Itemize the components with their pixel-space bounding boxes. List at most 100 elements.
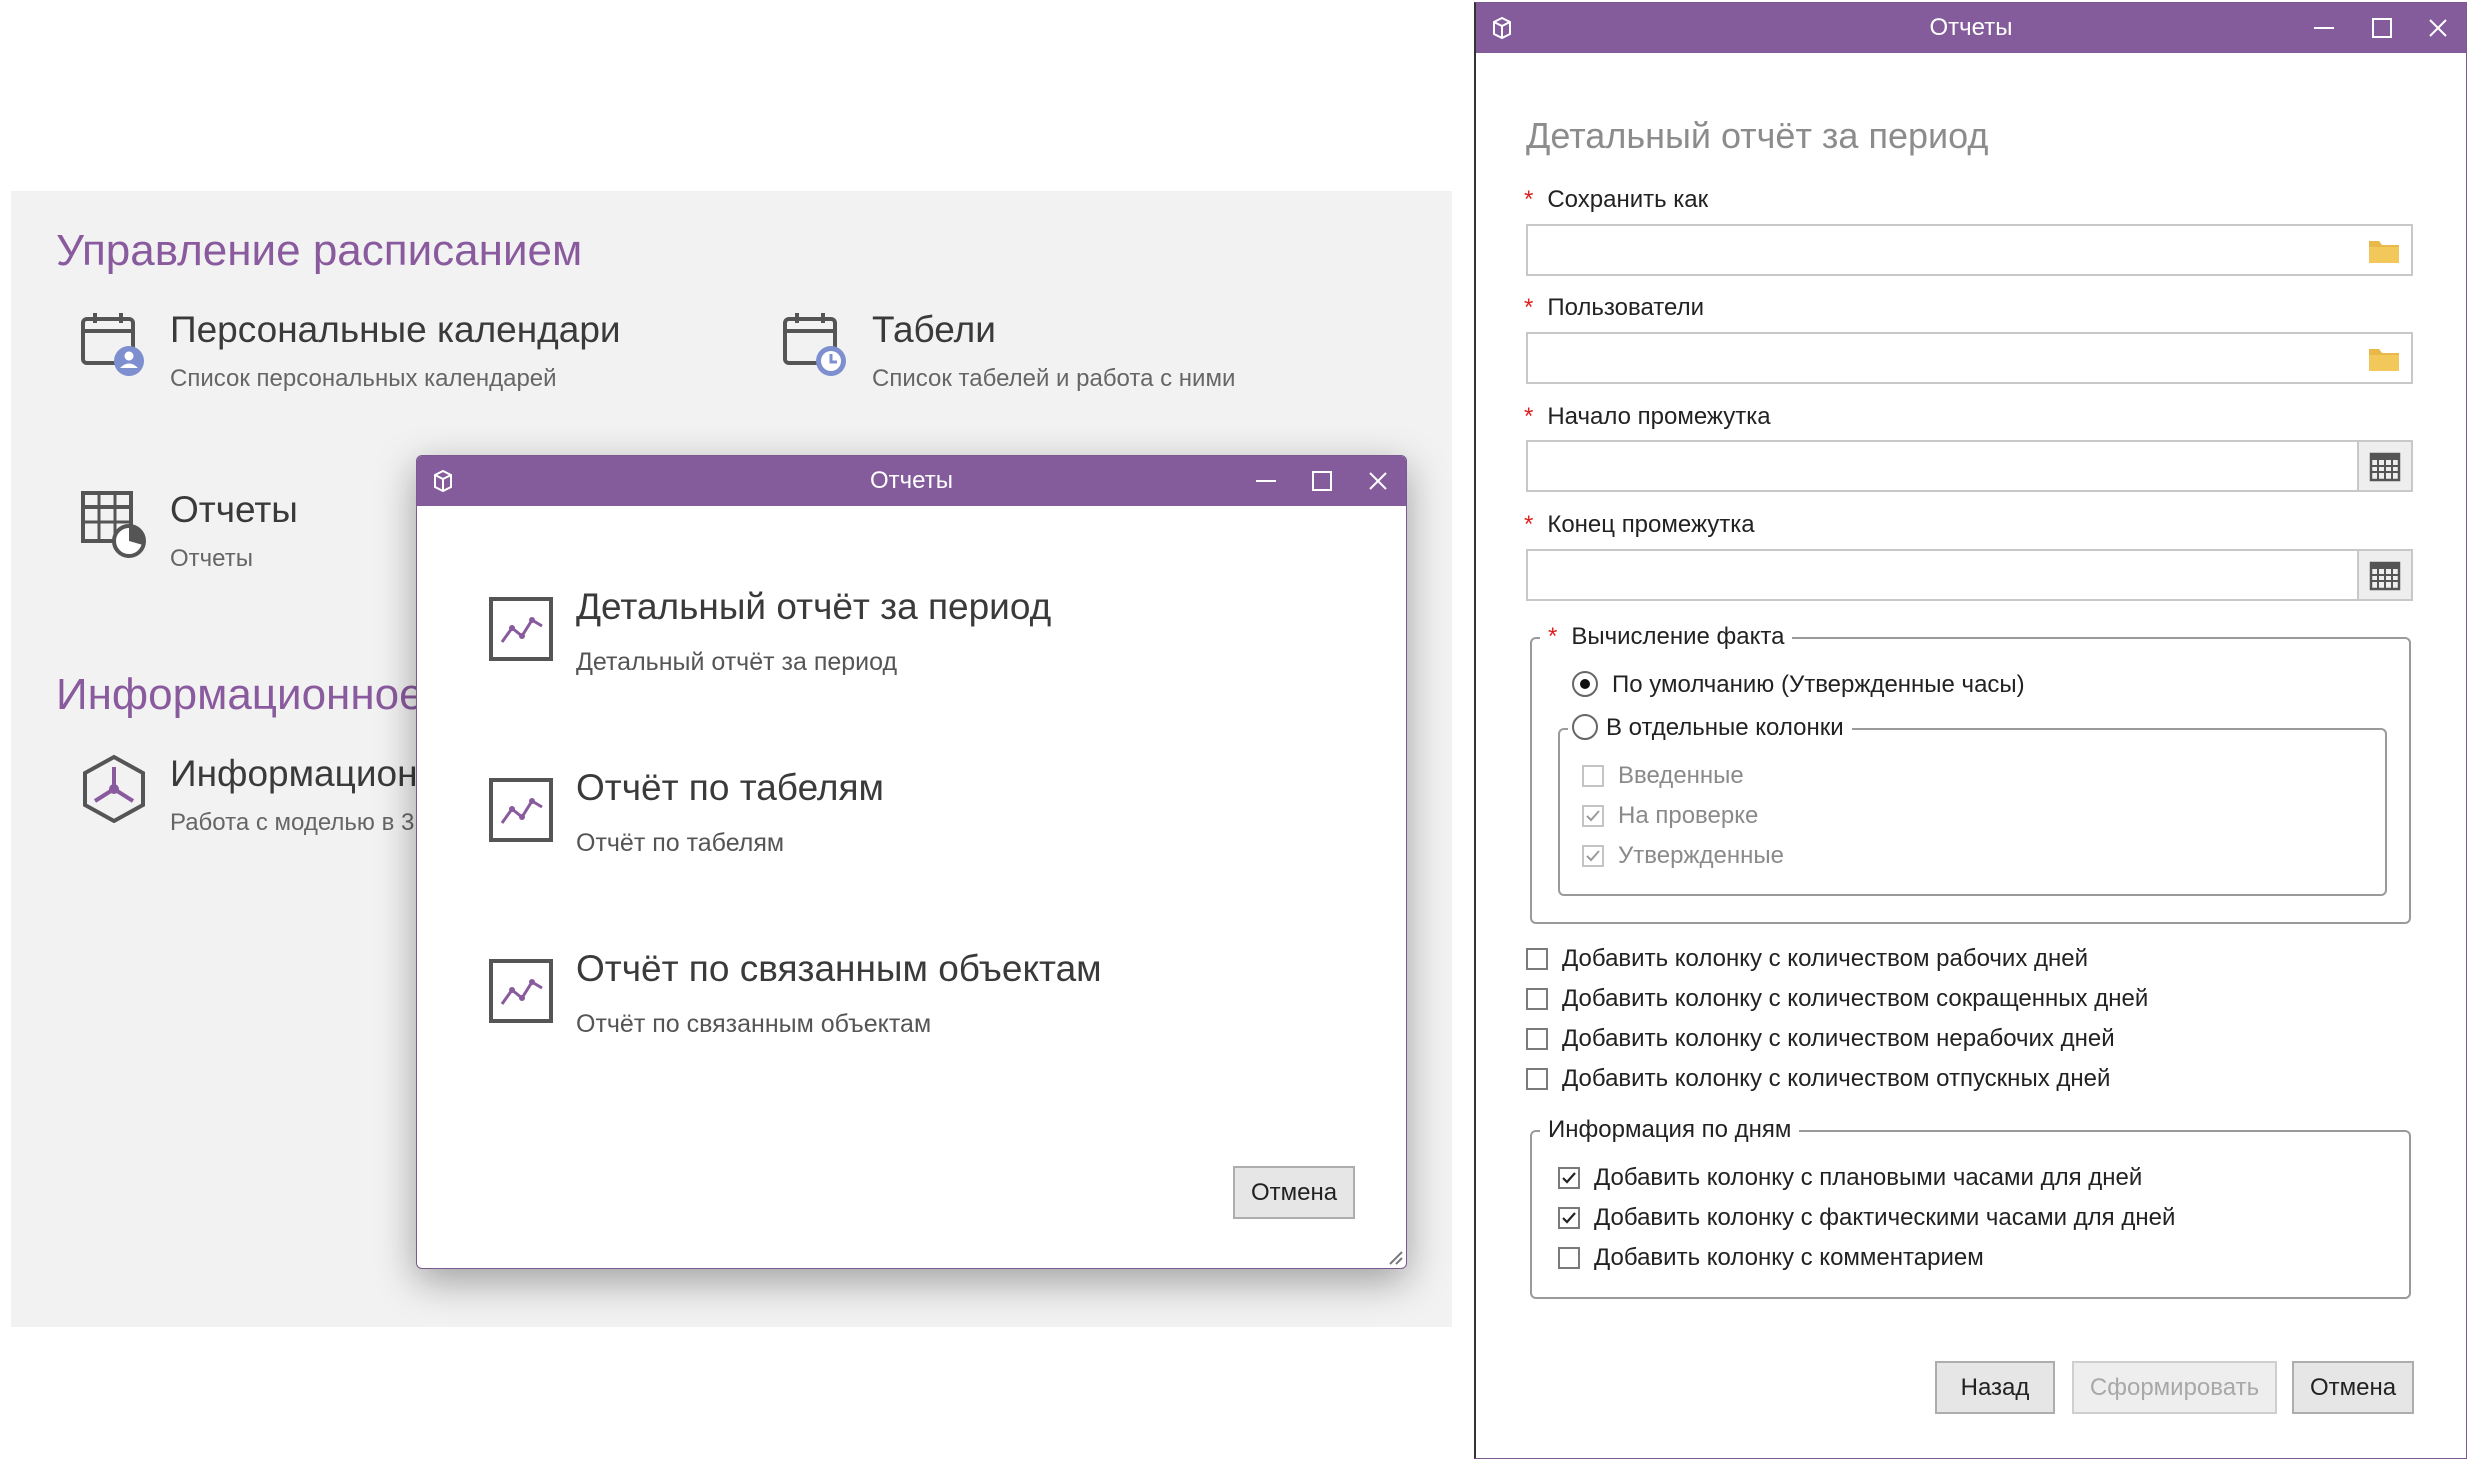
folder-icon[interactable] [2367,236,2401,266]
report-item-linked-objects[interactable]: Отчёт по связанным объектам Отчёт по свя… [488,948,1288,1058]
checkbox-box [1558,1207,1580,1229]
tile-title: Информационн [170,753,438,794]
fact-calc-legend: * Вычисление факта [1540,623,1793,651]
calendar-icon [2369,561,2401,591]
maximize-button[interactable] [1294,456,1350,506]
columns-subgroup-legend: В отдельные колонки [1568,714,1852,742]
checkbox-box [1526,1068,1548,1090]
checkbox-label: Добавить колонку с плановыми часами для … [1594,1164,2143,1191]
line-chart-icon [489,597,553,661]
close-icon [2429,19,2447,37]
minimize-icon [1256,480,1276,482]
end-date-field[interactable] [1526,549,2413,601]
minimize-button[interactable] [1238,456,1294,506]
line-chart-icon [489,778,553,842]
resize-grip-icon[interactable] [1386,1248,1404,1266]
checkbox-box [1582,765,1604,787]
checkbox-label: Введенные [1618,762,1744,789]
tile-title: Персональные календари [170,309,621,350]
reports-dialog: Отчеты Детальный отчёт за период Детальн… [416,455,1407,1269]
report-subtitle: Детальный отчёт за период [576,648,898,676]
report-title: Отчёт по связанным объектам [576,948,1102,989]
tile-subtitle: Список персональных календарей [170,365,557,392]
required-mark: * [1524,294,1534,321]
radio-columns-label: В отдельные колонки [1606,714,1844,741]
back-button[interactable]: Назад [1935,1361,2055,1414]
checkbox-label: На проверке [1618,802,1759,829]
report-grid-icon [81,491,146,558]
end-label: * Конец промежутка [1524,511,1755,539]
minimize-button[interactable] [2296,3,2352,53]
checkbox-box [1526,1028,1548,1050]
save-as-field[interactable] [1526,224,2413,276]
cancel-button[interactable]: Отмена [1233,1166,1355,1219]
generate-button[interactable]: Сформировать [2072,1361,2277,1414]
tile-timesheets[interactable]: Табели Список табелей и работа с ними [781,309,1401,399]
days-info-legend: Информация по дням [1540,1116,1800,1144]
report-item-detailed[interactable]: Детальный отчёт за период Детальный отчё… [488,586,1288,696]
start-label-text: Начало промежутка [1547,403,1771,430]
line-chart-icon [489,959,553,1023]
report-form-window: Отчеты Детальный отчёт за период * Сохран… [1474,2,2467,1459]
model-3d-icon [83,754,145,823]
form-heading: Детальный отчёт за период [1526,115,1989,156]
maximize-icon [2372,18,2392,38]
checkbox-box [1558,1247,1580,1269]
tile-title: Отчеты [170,489,298,530]
tile-subtitle: Отчеты [170,545,253,572]
close-button[interactable] [1350,456,1406,506]
minimize-icon [2314,27,2334,29]
report-item-timesheets[interactable]: Отчёт по табелям Отчёт по табелям [488,767,1288,877]
required-mark: * [1524,403,1534,430]
start-date-field[interactable] [1526,440,2413,492]
section-title-schedule: Управление расписанием [56,226,583,275]
maximize-button[interactable] [2354,3,2410,53]
save-as-label-text: Сохранить как [1547,186,1709,213]
report-title: Отчёт по табелям [576,767,884,808]
radio-default[interactable] [1572,671,1598,697]
tile-personal-calendars[interactable]: Персональные календари Список персональн… [79,309,699,399]
checkmark-icon [1562,1172,1576,1184]
checkbox-box [1526,948,1548,970]
checkbox-box [1558,1167,1580,1189]
calendar-clock-icon [783,313,846,376]
checkmark-icon [1586,850,1600,862]
title-bar[interactable]: Отчеты [417,456,1406,506]
checkbox-box [1582,805,1604,827]
calendar-user-icon [81,313,144,376]
tile-subtitle: Список табелей и работа с ними [872,365,1236,392]
tile-title: Табели [872,309,996,350]
end-calendar-button[interactable] [2357,551,2411,599]
users-label: * Пользователи [1524,294,1704,322]
checkbox-box [1526,988,1548,1010]
users-field[interactable] [1526,332,2413,384]
folder-icon[interactable] [2367,344,2401,374]
tile-info-model[interactable]: Информационн Работа с моделью в 3D [79,753,459,843]
start-calendar-button[interactable] [2357,442,2411,490]
title-bar[interactable]: Отчеты [1476,3,2466,53]
required-mark: * [1548,623,1558,650]
start-label: * Начало промежутка [1524,403,1771,431]
checkbox-label: Добавить колонку с количеством отпускных… [1562,1065,2111,1092]
radio-columns[interactable] [1572,714,1598,740]
users-label-text: Пользователи [1547,294,1704,321]
checkmark-icon [1562,1212,1576,1224]
checkbox-label: Добавить колонку с фактическими часами д… [1594,1204,2176,1231]
close-icon [1369,472,1387,490]
end-label-text: Конец промежутка [1547,511,1755,538]
report-subtitle: Отчёт по связанным объектам [576,1010,932,1038]
checkbox-label: Добавить колонку с количеством рабочих д… [1562,945,2088,972]
checkbox-label: Добавить колонку с количеством нерабочих… [1562,1025,2115,1052]
fact-calc-group: * Вычисление факта По умолчанию (Утвержде… [1530,623,2411,924]
cancel-button[interactable]: Отмена [2292,1361,2414,1414]
checkbox-label: Добавить колонку с количеством сокращенн… [1562,985,2149,1012]
columns-subgroup: В отдельные колонки Введенные На проверк… [1558,714,2387,896]
maximize-icon [1312,471,1332,491]
close-button[interactable] [2410,3,2466,53]
checkbox-label: Добавить колонку с комментарием [1594,1244,1984,1271]
calendar-icon [2369,452,2401,482]
tile-reports[interactable]: Отчеты Отчеты [79,489,459,579]
checkmark-icon [1586,810,1600,822]
days-info-group: Информация по дням Добавить колонку с пл… [1530,1116,2411,1299]
report-title: Детальный отчёт за период [576,586,1052,627]
